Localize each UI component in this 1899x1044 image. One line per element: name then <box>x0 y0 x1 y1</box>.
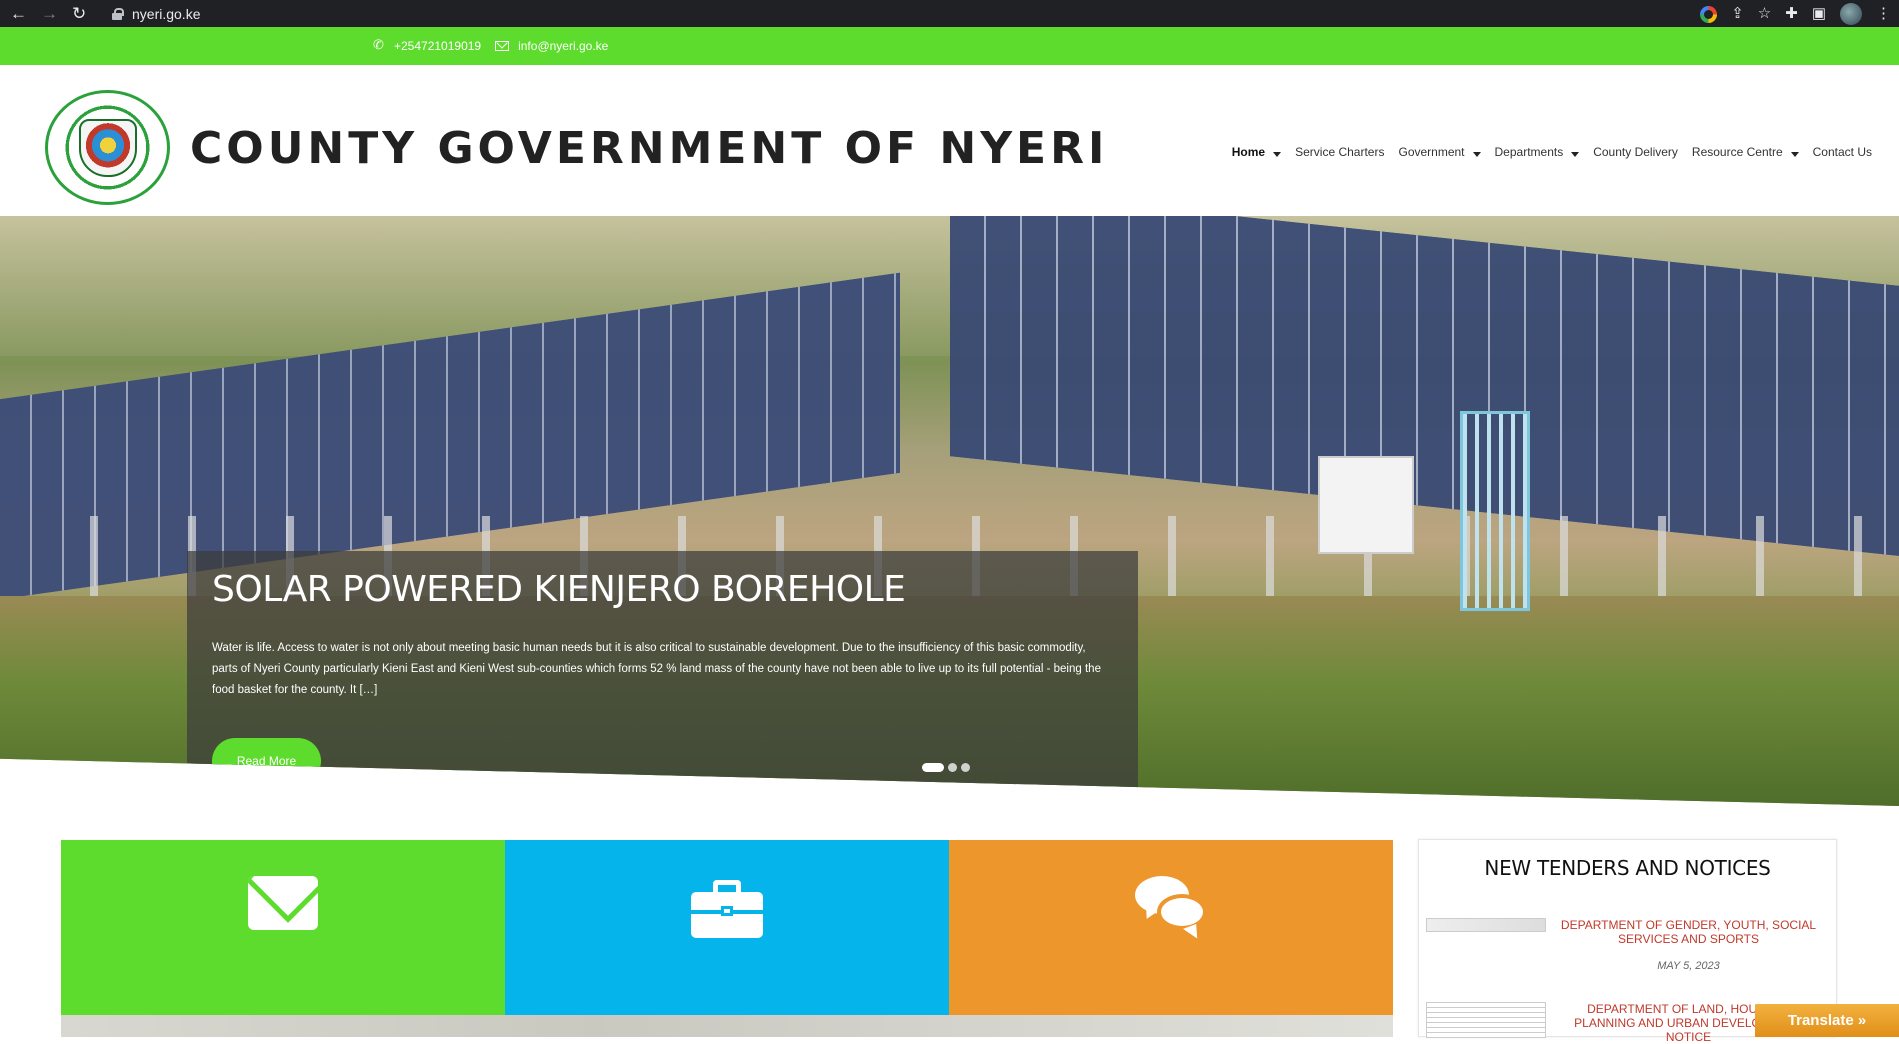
main-navigation: Home Service Charters Government Departm… <box>1225 145 1879 159</box>
slide-title[interactable]: SOLAR POWERED KIENJERO BOREHOLE <box>212 569 1113 610</box>
chevron-down-icon[interactable] <box>1472 151 1481 157</box>
notice-thumbnail[interactable] <box>1426 1002 1546 1038</box>
forward-icon[interactable]: → <box>41 5 58 22</box>
tile-services[interactable] <box>505 840 949 1015</box>
envelope-icon <box>495 41 510 51</box>
menu-icon[interactable]: ⋮ <box>1876 4 1891 24</box>
nav-home[interactable]: Home <box>1225 145 1288 159</box>
read-more-button[interactable]: Read More <box>212 738 321 784</box>
reload-icon[interactable]: ↻ <box>72 5 86 22</box>
slide-dot-2[interactable] <box>948 763 957 772</box>
tile-feedback[interactable] <box>949 840 1393 1015</box>
nav-contact-us[interactable]: Contact Us <box>1806 145 1879 159</box>
nav-county-delivery[interactable]: County Delivery <box>1586 145 1685 159</box>
nav-government[interactable]: Government <box>1391 145 1487 159</box>
tenders-heading: NEW TENDERS AND NOTICES <box>1484 856 1771 880</box>
url-text[interactable]: nyeri.go.ke <box>132 6 200 22</box>
bookmark-star-icon[interactable]: ☆ <box>1758 4 1771 24</box>
nav-government-label[interactable]: Government <box>1398 145 1464 159</box>
slide-excerpt: Water is life. Access to water is not on… <box>212 642 1101 696</box>
nav-county-delivery-label[interactable]: County Delivery <box>1593 145 1678 159</box>
county-logo[interactable] <box>45 90 170 205</box>
nav-departments[interactable]: Departments <box>1488 145 1587 159</box>
phone-number[interactable]: +254721019019 <box>394 39 481 53</box>
phone-icon <box>373 37 385 53</box>
profile-avatar[interactable] <box>1840 3 1862 25</box>
site-title[interactable]: COUNTY GOVERNMENT OF NYERI <box>190 123 1108 174</box>
notice-date: MAY 5, 2023 <box>1657 960 1720 972</box>
site-header: COUNTY GOVERNMENT OF NYERI Home Service … <box>0 65 1899 216</box>
envelope-icon[interactable] <box>248 876 318 930</box>
nav-service-charters[interactable]: Service Charters <box>1288 145 1391 159</box>
notice-thumbnail[interactable] <box>1426 918 1546 932</box>
notice-title[interactable]: DEPARTMENT OF GENDER, YOUTH, SOCIAL SERV… <box>1556 918 1821 946</box>
browser-actions: ⇪ ☆ ✚ ▣ ⋮ <box>1700 3 1891 25</box>
chevron-down-icon[interactable] <box>1790 151 1799 157</box>
nav-service-charters-label[interactable]: Service Charters <box>1295 145 1384 159</box>
google-icon[interactable] <box>1700 5 1718 23</box>
browser-toolbar: ← → ↻ nyeri.go.ke ⇪ ☆ ✚ ▣ ⋮ <box>0 0 1899 27</box>
email-address[interactable]: info@nyeri.go.ke <box>518 39 608 53</box>
slide-caption: SOLAR POWERED KIENJERO BOREHOLE Water is… <box>187 551 1138 806</box>
share-icon[interactable]: ⇪ <box>1731 4 1744 24</box>
chevron-down-icon[interactable] <box>1571 151 1580 157</box>
hero-slider: SOLAR POWERED KIENJERO BOREHOLE Water is… <box>0 216 1899 806</box>
lock-icon[interactable] <box>112 7 124 20</box>
extensions-icon[interactable]: ✚ <box>1785 4 1798 24</box>
translate-button[interactable]: Translate » <box>1755 1004 1899 1037</box>
feature-tiles <box>61 840 1393 1015</box>
tiles-image-strip <box>61 1015 1393 1037</box>
nav-resource-centre-label[interactable]: Resource Centre <box>1692 145 1783 159</box>
browser-nav: ← → ↻ <box>0 5 108 22</box>
slide-dot-3[interactable] <box>961 763 970 772</box>
sidepanel-icon[interactable]: ▣ <box>1812 4 1826 24</box>
nav-home-label[interactable]: Home <box>1232 145 1265 159</box>
tile-email[interactable] <box>61 840 505 1015</box>
phone-contact[interactable]: +254721019019 <box>373 37 481 53</box>
email-contact[interactable]: info@nyeri.go.ke <box>495 39 608 53</box>
back-icon[interactable]: ← <box>10 5 27 22</box>
county-crest-icon <box>78 118 137 177</box>
slider-pagination <box>922 763 970 772</box>
contact-bar: +254721019019 info@nyeri.go.ke <box>0 27 1899 65</box>
fence-gate <box>1460 411 1530 611</box>
briefcase-icon[interactable] <box>691 880 763 938</box>
address-bar[interactable]: nyeri.go.ke <box>108 2 1788 25</box>
nav-contact-us-label[interactable]: Contact Us <box>1813 145 1872 159</box>
chat-bubbles-icon[interactable] <box>1135 876 1207 936</box>
chevron-down-icon[interactable] <box>1273 151 1282 157</box>
nav-departments-label[interactable]: Departments <box>1495 145 1564 159</box>
signboard <box>1318 456 1414 554</box>
slide-dot-1[interactable] <box>922 763 944 772</box>
nav-resource-centre[interactable]: Resource Centre <box>1685 145 1806 159</box>
